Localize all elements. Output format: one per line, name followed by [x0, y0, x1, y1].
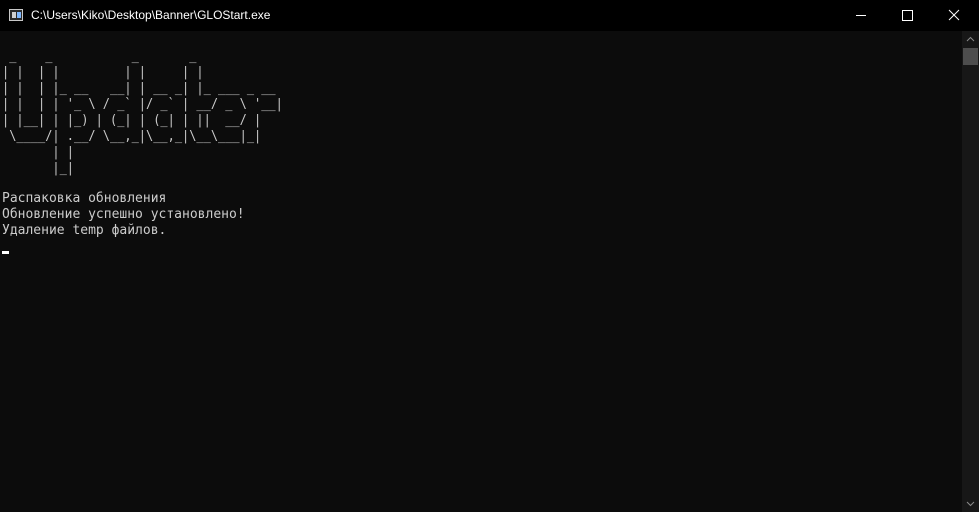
console-line-cleanup: Удаление temp файлов.	[2, 223, 167, 238]
title-bar[interactable]: C:\Users\Kiko\Desktop\Banner\GLOStart.ex…	[0, 0, 979, 31]
window-title: C:\Users\Kiko\Desktop\Banner\GLOStart.ex…	[31, 8, 271, 22]
console-window: C:\Users\Kiko\Desktop\Banner\GLOStart.ex…	[0, 0, 979, 512]
ascii-banner: _ _ _ _ | | | | | | | | | | | |_ __ __| …	[2, 49, 283, 176]
vertical-scrollbar[interactable]	[962, 31, 979, 512]
maximize-icon	[902, 10, 913, 21]
chevron-down-icon	[966, 501, 975, 507]
scroll-thumb[interactable]	[963, 48, 978, 65]
close-icon	[948, 9, 960, 21]
console-output[interactable]: _ _ _ _ | | | | | | | | | | | |_ __ __| …	[0, 31, 962, 512]
console-app-icon[interactable]	[9, 9, 23, 21]
text-cursor	[2, 251, 9, 254]
minimize-button[interactable]	[838, 0, 884, 31]
console-line-unpacking: Распаковка обновления	[2, 191, 167, 206]
console-line-installed: Обновление успешно установлено!	[2, 207, 245, 222]
close-button[interactable]	[930, 0, 979, 31]
maximize-button[interactable]	[884, 0, 930, 31]
minimize-icon	[856, 15, 866, 16]
scroll-up-button[interactable]	[962, 31, 979, 48]
chevron-up-icon	[966, 36, 975, 42]
scroll-down-button[interactable]	[962, 495, 979, 512]
